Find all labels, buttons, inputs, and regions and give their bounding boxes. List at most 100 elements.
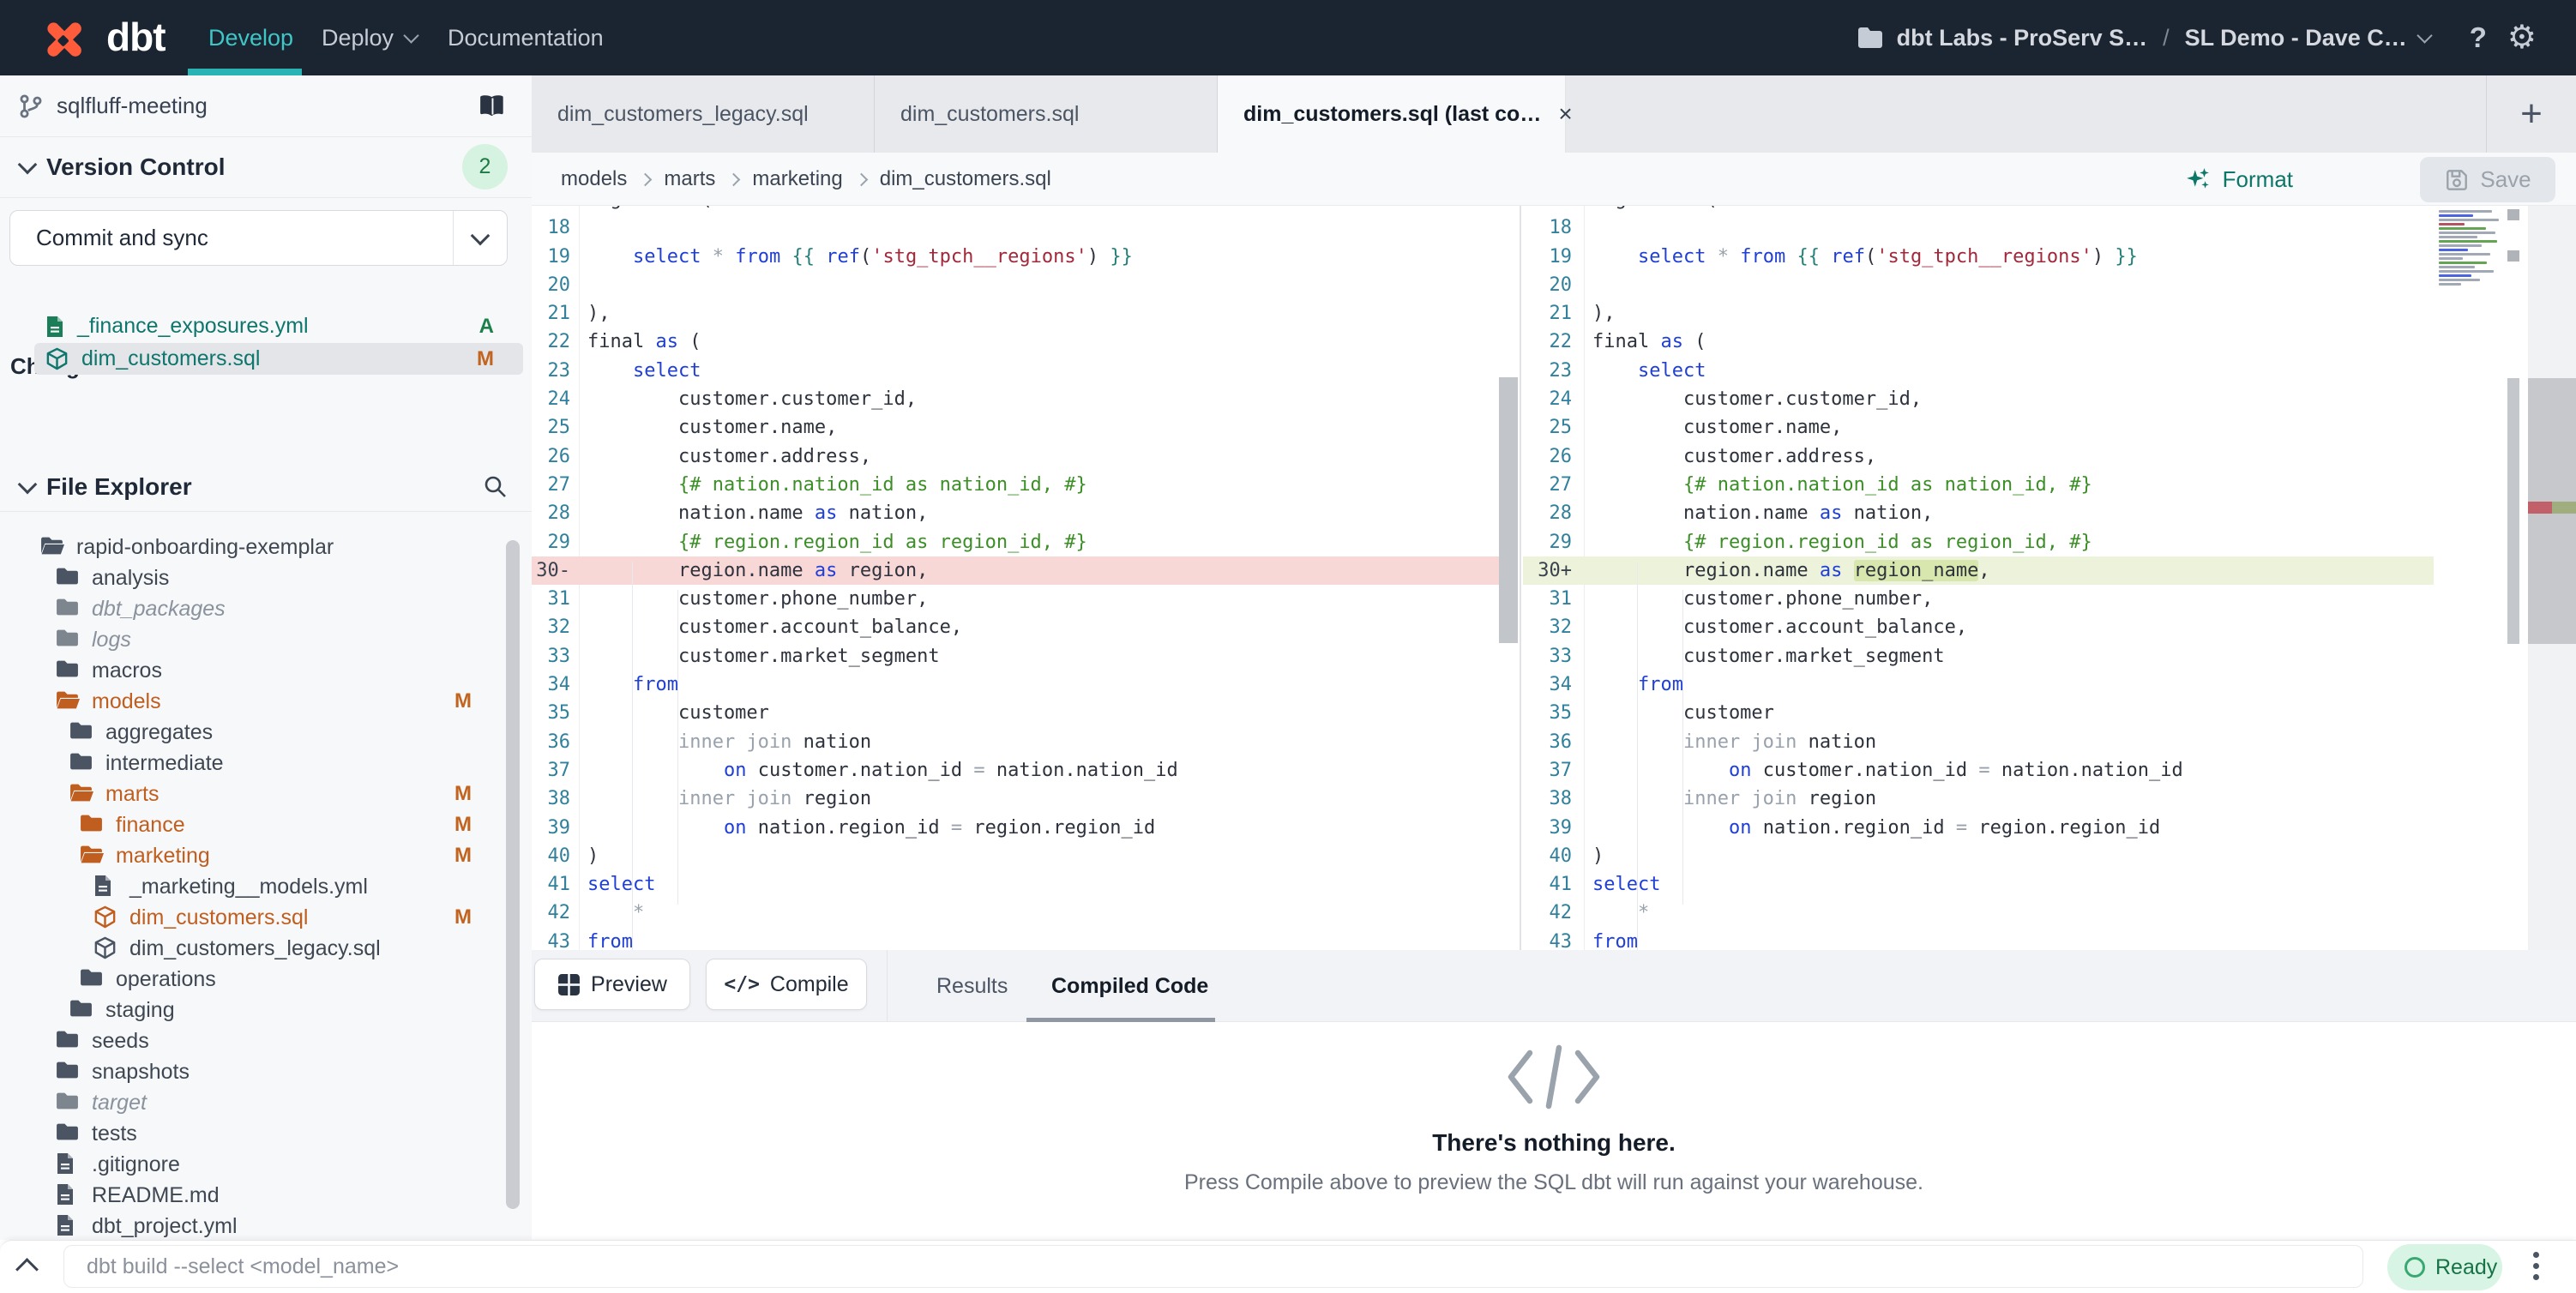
diff-pane-modified[interactable]: 17region as (1819 select * from {{ ref('… <box>1523 206 2434 950</box>
pane-divider[interactable] <box>1520 206 1521 950</box>
tree-item-finance[interactable]: financeM <box>0 809 532 840</box>
compiled-code-tab[interactable]: Compiled Code <box>1051 950 1208 1022</box>
dbt-logo-icon <box>30 5 95 70</box>
chevron-right-icon <box>639 172 653 186</box>
tree-item-readme-md[interactable]: README.md <box>0 1180 532 1211</box>
preview-button-label: Preview <box>591 972 667 997</box>
line-number: 31 <box>1523 585 1585 613</box>
tree-item-aggregates[interactable]: aggregates <box>0 717 532 748</box>
line-number: 28 <box>1523 499 1585 527</box>
tree-item-macros[interactable]: macros <box>0 655 532 686</box>
line-number: 25 <box>1523 413 1585 442</box>
line-number: 29 <box>1523 528 1585 556</box>
code-line-20: 20 <box>532 271 1499 299</box>
minimap[interactable] <box>2434 206 2507 950</box>
tree-item-snapshots[interactable]: snapshots <box>0 1056 532 1087</box>
tree-item-analysis[interactable]: analysis <box>0 562 532 593</box>
nav-menu-documentation[interactable]: Documentation <box>448 0 604 75</box>
tree-item-logs[interactable]: logs <box>0 624 532 655</box>
commit-and-sync-button[interactable]: Commit and sync <box>9 210 508 266</box>
breadcrumb-item[interactable]: models <box>561 167 627 191</box>
preview-button[interactable]: Preview <box>534 959 690 1010</box>
tree-item-target[interactable]: target <box>0 1087 532 1118</box>
tree-item-marts[interactable]: martsM <box>0 779 532 809</box>
account-breadcrumb[interactable]: dbt Labs - ProServ S… / SL Demo - Dave C… <box>1857 25 2430 51</box>
line-number: 32 <box>1523 613 1585 641</box>
tree-item-seeds[interactable]: seeds <box>0 1025 532 1056</box>
change-item[interactable]: _finance_exposures.ymlA <box>34 310 523 342</box>
commit-options-dropdown[interactable] <box>453 211 507 265</box>
line-number: 37 <box>532 756 580 785</box>
change-status: M <box>477 347 494 371</box>
divider <box>0 197 532 198</box>
kebab-menu-icon[interactable] <box>2528 1252 2545 1286</box>
tree-item-dim-customers-sql[interactable]: dim_customers.sqlM <box>0 902 532 933</box>
file-explorer-header[interactable]: File Explorer <box>0 463 532 511</box>
project-name: SL Demo - Dave C… <box>2185 25 2407 51</box>
editor-tab[interactable]: dim_customers.sql (last co…× <box>1218 75 1566 153</box>
bottom-panel: Preview </> Compile Results Compiled Cod… <box>532 950 2576 1240</box>
breadcrumb-item[interactable]: marts <box>664 167 715 191</box>
indent-guide <box>1682 590 1683 905</box>
tree-item-label: .gitignore <box>92 1152 180 1177</box>
tree-item-models[interactable]: modelsM <box>0 686 532 717</box>
editor-tab[interactable]: dim_customers_legacy.sql <box>532 75 875 153</box>
line-number: 22 <box>532 328 580 356</box>
editor-tab[interactable]: dim_customers.sql <box>875 75 1218 153</box>
tree-item-operations[interactable]: operations <box>0 964 532 995</box>
cube-icon <box>93 905 118 930</box>
tree-item-dbt-project-yml[interactable]: dbt_project.yml <box>0 1211 532 1240</box>
tree-item-intermediate[interactable]: intermediate <box>0 748 532 779</box>
code-line-18: 18 <box>532 213 1499 242</box>
help-icon[interactable]: ? <box>2470 21 2487 54</box>
tree-item-dim-customers-legacy-sql[interactable]: dim_customers_legacy.sql <box>0 933 532 964</box>
compile-button-label: Compile <box>770 972 849 997</box>
folder-open-icon <box>39 534 65 560</box>
line-number: 18 <box>532 213 580 242</box>
code-line-27: 27 {# nation.nation_id as nation_id, #} <box>1523 471 2434 499</box>
breadcrumb-item[interactable]: dim_customers.sql <box>880 167 1051 191</box>
tree-item-staging[interactable]: staging <box>0 995 532 1025</box>
tree-item-tests[interactable]: tests <box>0 1118 532 1149</box>
code-line-17: 17region as ( <box>1523 206 2434 213</box>
nav-menu-develop[interactable]: Develop <box>208 0 293 75</box>
line-number: 36 <box>532 728 580 756</box>
tree-item--gitignore[interactable]: .gitignore <box>0 1149 532 1180</box>
new-tab-button[interactable]: + <box>2486 75 2576 153</box>
save-button[interactable]: Save <box>2420 157 2555 202</box>
format-button[interactable]: Format <box>2185 153 2293 206</box>
line-number: 32 <box>532 613 580 641</box>
sidebar-scrollbar[interactable] <box>506 540 520 1209</box>
overview-ruler[interactable] <box>2528 206 2576 950</box>
tree-item-rapid-onboarding-exemplar[interactable]: rapid-onboarding-exemplar <box>0 532 532 562</box>
line-number: 27 <box>1523 471 1585 499</box>
change-item[interactable]: dim_customers.sql M <box>34 343 523 375</box>
version-control-header[interactable]: Version Control 2 <box>0 136 532 197</box>
chevron-up-icon[interactable] <box>15 1258 39 1281</box>
folder-icon <box>69 750 94 776</box>
compile-button[interactable]: </> Compile <box>706 959 867 1010</box>
divider <box>887 950 888 1022</box>
breadcrumb-item[interactable]: marketing <box>752 167 842 191</box>
tree-item-label: snapshots <box>92 1060 190 1085</box>
bottom-panel-header: Preview </> Compile Results Compiled Cod… <box>532 950 2576 1022</box>
right-pane-scrollbar[interactable] <box>2507 378 2519 644</box>
floppy-save-icon <box>2444 167 2470 193</box>
change-file-name: dim_customers.sql <box>81 346 260 371</box>
close-icon[interactable]: × <box>1558 100 1572 128</box>
tree-item--marketing-models-yml[interactable]: _marketing__models.yml <box>0 871 532 902</box>
command-input[interactable] <box>63 1245 2363 1288</box>
docs-book-icon[interactable] <box>478 93 508 118</box>
tree-item-marketing[interactable]: marketingM <box>0 840 532 871</box>
gear-icon[interactable]: ⚙ <box>2507 21 2537 54</box>
search-icon[interactable] <box>482 473 508 499</box>
code-line-37: 37 on customer.nation_id = nation.nation… <box>1523 756 2434 785</box>
tree-item-label: finance <box>116 813 185 838</box>
results-tab[interactable]: Results <box>936 950 1008 1022</box>
tree-item-dbt-packages[interactable]: dbt_packages <box>0 593 532 624</box>
nav-menu-deploy[interactable]: Deploy <box>322 0 417 75</box>
left-pane-scrollbar[interactable] <box>1499 377 1518 643</box>
git-branch-row[interactable]: sqlfluff-meeting <box>0 75 532 136</box>
line-number: 21 <box>1523 299 1585 328</box>
line-number: 41 <box>532 870 580 899</box>
